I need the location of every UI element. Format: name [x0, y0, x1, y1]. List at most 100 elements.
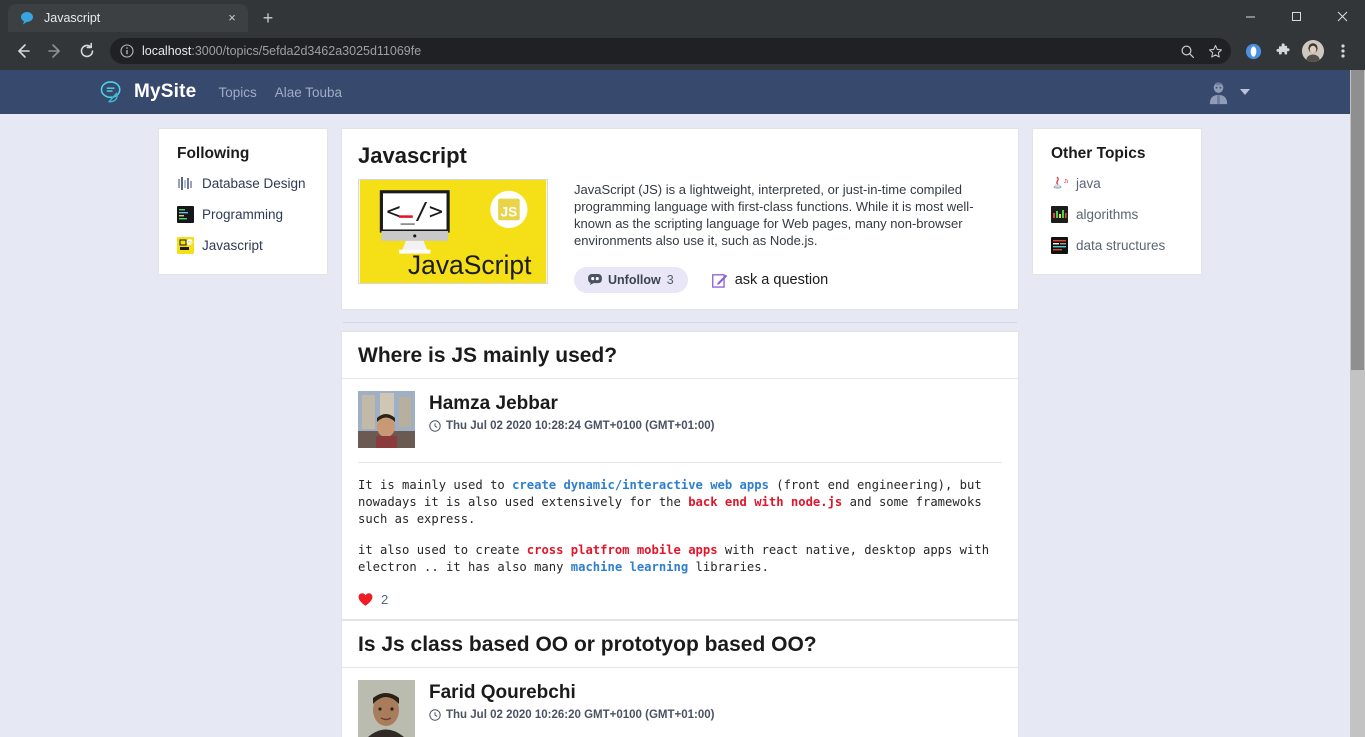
heart-icon[interactable]	[358, 592, 373, 607]
answer-paragraph: It is mainly used to create dynamic/inte…	[358, 477, 1002, 529]
reload-button[interactable]	[72, 36, 102, 66]
topic-banner-image: <_/> JS JavaScript	[358, 179, 548, 284]
sidebar-item-label: Javascript	[202, 238, 263, 253]
site-navbar: MySite Topics Alae Touba	[0, 70, 1350, 114]
sidebar-item-label: algorithms	[1076, 207, 1139, 222]
database-design-thumb	[177, 175, 194, 192]
highlight-blue: machine learning	[570, 559, 689, 574]
new-tab-button[interactable]: +	[254, 4, 282, 32]
topic-actions: Unfollow 3 ask a question	[574, 266, 1002, 293]
chat-bubble-icon	[100, 80, 121, 102]
url-host: localhost	[142, 44, 192, 58]
chat-bubble-icon	[21, 12, 33, 25]
url-path: :3000/topics/5efda2d3462a3025d11069fe	[191, 44, 422, 58]
highlight-blue: create dynamic/interactive web apps	[512, 477, 769, 492]
unfollow-button[interactable]: Unfollow 3	[574, 266, 688, 293]
browser-window: Javascript × + localhost:3000/topics/5ef…	[0, 0, 1365, 737]
other-topics-title: Other Topics	[1051, 145, 1146, 162]
sidebar-item-data-structures[interactable]: data structures	[1051, 237, 1187, 254]
other-topics-card: Other Topics JW java	[1032, 128, 1202, 275]
question-card: Is Js class based OO or prototyop based …	[341, 620, 1019, 737]
chrome-menu-icon[interactable]	[1329, 36, 1357, 66]
chevron-down-icon[interactable]	[1240, 89, 1250, 95]
user-menu[interactable]	[1205, 79, 1250, 106]
svg-text:JS: JS	[187, 240, 192, 245]
scrollbar-thumb[interactable]	[1351, 70, 1364, 370]
following-card: Following Database Design Programming JS…	[158, 128, 328, 275]
maximize-button[interactable]	[1273, 0, 1319, 32]
data-structures-thumb	[1051, 237, 1068, 254]
avatar	[358, 390, 415, 448]
brand-logo[interactable]: MySite	[100, 80, 196, 105]
highlight-red: back end with node.js	[688, 494, 843, 509]
sidebar-item-label: Database Design	[202, 176, 306, 191]
question-title[interactable]: Where is JS mainly used?	[342, 332, 1018, 379]
question-date-text: Thu Jul 02 2020 10:28:24 GMT+0100 (GMT+0…	[446, 419, 715, 432]
section-divider	[341, 321, 1019, 323]
sidebar-item-algorithms[interactable]: algorithms	[1051, 206, 1187, 223]
question-title[interactable]: Is Js class based OO or prototyop based …	[342, 621, 1018, 669]
tab-title: Javascript	[44, 11, 101, 25]
like-count: 2	[381, 592, 389, 608]
ask-question-label: ask a question	[734, 271, 829, 288]
sidebar-right: Other Topics JW java	[1032, 128, 1202, 275]
edit-pencil-icon	[711, 273, 727, 288]
svg-text:JW: JW	[1064, 179, 1068, 185]
main-column: Javascript <_/> JS JavaScript JavaScript…	[341, 128, 1019, 737]
profile-avatar-icon[interactable]	[1299, 36, 1327, 66]
ask-question-link[interactable]: ask a question	[711, 271, 829, 288]
question-date: Thu Jul 02 2020 10:26:20 GMT+0100 (GMT+0…	[429, 709, 714, 721]
author-name: Farid Qourebchi	[429, 682, 576, 704]
bookmark-star-icon[interactable]	[1203, 39, 1227, 63]
browser-tab[interactable]: Javascript ×	[8, 4, 248, 32]
zoom-icon[interactable]	[1175, 39, 1199, 63]
nav-link-topics[interactable]: Topics	[218, 85, 256, 100]
sidebar-item-database-design[interactable]: Database Design	[177, 175, 313, 192]
nav-link-user[interactable]: Alae Touba	[275, 85, 342, 100]
highlight-red: cross platfrom mobile apps	[526, 542, 718, 557]
omnibox-actions	[1175, 39, 1227, 63]
svg-text:JS: JS	[501, 204, 518, 219]
algorithms-thumb	[1051, 206, 1068, 223]
tab-close-icon[interactable]: ×	[224, 10, 240, 26]
window-controls	[1227, 0, 1365, 32]
user-avatar-icon[interactable]	[1205, 79, 1232, 106]
back-button[interactable]	[8, 36, 38, 66]
followers-icon	[588, 274, 602, 286]
site-info-icon[interactable]	[120, 44, 134, 58]
close-window-button[interactable]	[1319, 0, 1365, 32]
question-author: Farid Qourebchi Thu Jul 02 2020 10:26:20…	[342, 668, 1018, 737]
nav-links: Topics Alae Touba	[218, 85, 342, 100]
brand-name: MySite	[134, 81, 197, 102]
minimize-button[interactable]	[1227, 0, 1273, 32]
author-name: Hamza Jebbar	[429, 392, 558, 414]
avatar	[358, 680, 415, 737]
svg-text:JavaScript: JavaScript	[408, 250, 532, 280]
like-row[interactable]: 2	[342, 582, 1018, 619]
answer-text: it also used to create	[358, 542, 527, 557]
answer-text: It is mainly used to	[358, 477, 513, 492]
browser-toolbar: localhost:3000/topics/5efda2d3462a3025d1…	[0, 32, 1365, 70]
page-title: Javascript	[358, 143, 467, 168]
question-card: Where is JS mainly used? Hamza Jebbar Th…	[341, 330, 1019, 621]
programming-thumb	[177, 206, 194, 223]
address-bar[interactable]: localhost:3000/topics/5efda2d3462a3025d1…	[110, 38, 1231, 64]
sidebar-item-label: Programming	[202, 207, 284, 222]
sidebar-item-javascript[interactable]: JS Javascript	[177, 237, 313, 254]
sidebar-item-java[interactable]: JW java	[1051, 175, 1187, 192]
extension-blue-icon[interactable]	[1239, 36, 1267, 66]
java-thumb: JW	[1051, 175, 1068, 192]
answer-paragraph: it also used to create cross platfrom mo…	[358, 542, 1002, 577]
forward-button[interactable]	[40, 36, 70, 66]
page-scrollbar[interactable]	[1350, 70, 1365, 737]
sidebar-item-label: data structures	[1076, 238, 1166, 253]
question-date: Thu Jul 02 2020 10:28:24 GMT+0100 (GMT+0…	[429, 420, 714, 432]
question-author: Hamza Jebbar Thu Jul 02 2020 10:28:24 GM…	[342, 379, 1018, 462]
clock-icon	[429, 709, 441, 721]
web-page: MySite Topics Alae Touba Following Datab…	[0, 70, 1350, 737]
clock-icon	[429, 419, 441, 432]
puzzle-extension-icon[interactable]	[1269, 36, 1297, 66]
svg-text:<_/>: <_/>	[386, 197, 443, 225]
answer-body: It is mainly used to create dynamic/inte…	[342, 463, 1018, 583]
sidebar-item-programming[interactable]: Programming	[177, 206, 313, 223]
